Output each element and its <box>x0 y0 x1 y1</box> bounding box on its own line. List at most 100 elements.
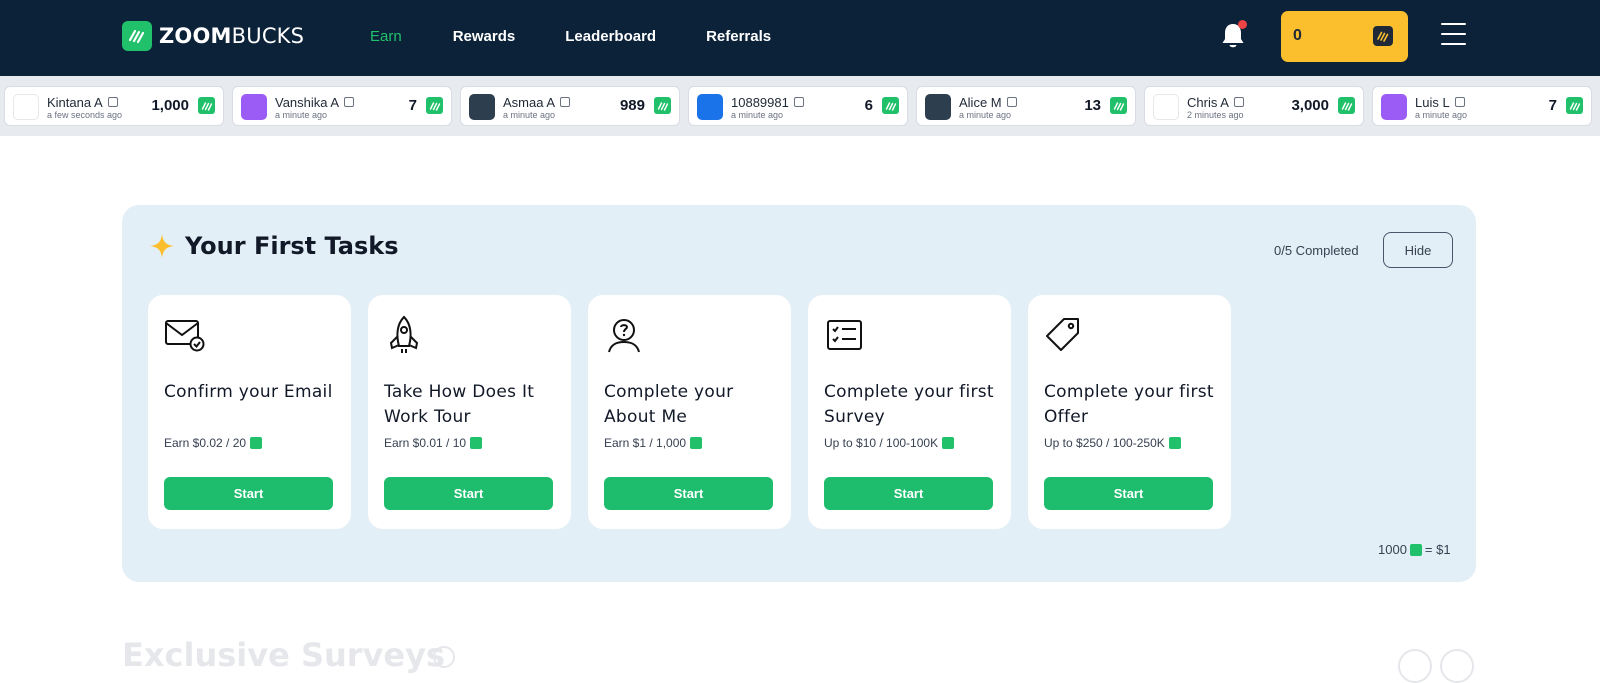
task-card: Take How Does It Work Tour Earn $0.01 / … <box>368 295 571 529</box>
coin-icon <box>1373 26 1393 46</box>
ticker-amount: 7 <box>1548 97 1557 114</box>
first-tasks-panel: Your First Tasks 0/5 Completed Hide Conf… <box>122 205 1476 582</box>
start-button[interactable]: Start <box>604 477 773 510</box>
coin-icon <box>1566 97 1583 114</box>
avatar <box>13 94 39 120</box>
earnings-ticker: Kintana A a few seconds ago 1,000 Vanshi… <box>0 76 1600 136</box>
task-reward: Earn $0.01 / 10 <box>384 436 467 450</box>
nav-earn[interactable]: Earn <box>370 28 402 45</box>
avatar <box>697 94 723 120</box>
unread-badge <box>1238 20 1247 29</box>
start-button[interactable]: Start <box>164 477 333 510</box>
external-link-icon[interactable] <box>560 97 571 107</box>
nav-rewards[interactable]: Rewards <box>453 28 516 45</box>
avatar <box>925 94 951 120</box>
task-title: Complete your first Survey <box>824 382 994 427</box>
sparkle-icon <box>150 234 174 258</box>
ticker-amount: 6 <box>864 97 873 114</box>
logo-wordmark: ZOOMBUCKS <box>159 24 305 48</box>
ticker-time: a few seconds ago <box>47 110 123 120</box>
ticker-time: a minute ago <box>503 110 556 120</box>
external-link-icon[interactable] <box>1454 97 1465 107</box>
hide-button[interactable]: Hide <box>1383 232 1453 268</box>
task-reward: Earn $1 / 1,000 <box>604 436 687 450</box>
ticker-card[interactable]: Asmaa A a minute ago 989 <box>460 86 680 126</box>
external-link-icon[interactable] <box>1233 97 1244 107</box>
ticker-card[interactable]: Kintana A a few seconds ago 1,000 <box>4 86 224 126</box>
task-card: Complete your first Offer Up to $250 / 1… <box>1028 295 1231 529</box>
tasks-progress: 0/5 Completed <box>1274 243 1359 258</box>
panel-title: Your First Tasks <box>185 232 399 260</box>
coin-icon <box>1168 437 1181 449</box>
balance-button[interactable]: 0 <box>1281 11 1408 62</box>
ticker-card[interactable]: Luis L a minute ago 7 <box>1372 86 1592 126</box>
ticker-card[interactable]: Alice M a minute ago 13 <box>916 86 1136 126</box>
ticker-card[interactable]: Chris A 2 minutes ago 3,000 <box>1144 86 1364 126</box>
ticker-time: a minute ago <box>1415 110 1468 120</box>
ticker-amount: 13 <box>1084 97 1101 114</box>
ticker-amount: 1,000 <box>151 97 189 114</box>
ticker-card[interactable]: Vanshika A a minute ago 7 <box>232 86 452 126</box>
avatar <box>469 94 495 120</box>
zoombucks-logo[interactable]: ZOOMBUCKS <box>122 21 304 51</box>
start-button[interactable]: Start <box>1044 477 1213 510</box>
hamburger-menu-icon[interactable] <box>1441 23 1466 45</box>
task-card: Complete your first Survey Up to $10 / 1… <box>808 295 1011 529</box>
ticker-amount: 3,000 <box>1291 97 1329 114</box>
task-card: Complete your About Me Earn $1 / 1,000 S… <box>588 295 791 529</box>
ticker-time: 2 minutes ago <box>1187 110 1244 120</box>
coin-icon <box>942 437 955 449</box>
ticker-name: Kintana A <box>47 95 103 110</box>
top-navbar: ZOOMBUCKS Earn Rewards Leaderboard Refer… <box>0 0 1600 76</box>
ticker-name: Luis L <box>1415 95 1450 110</box>
ticker-time: a minute ago <box>959 110 1012 120</box>
task-reward: Up to $10 / 100-100K <box>824 436 939 450</box>
ticker-card[interactable]: 10889981 a minute ago 6 <box>688 86 908 126</box>
help-icon[interactable] <box>433 646 455 668</box>
coin-icon <box>470 437 483 449</box>
ticker-amount: 7 <box>408 97 417 114</box>
ticker-time: a minute ago <box>731 110 784 120</box>
start-button[interactable]: Start <box>824 477 993 510</box>
rocket-icon <box>389 315 419 353</box>
task-title: Confirm your Email <box>164 382 333 402</box>
external-link-icon[interactable] <box>1006 97 1017 107</box>
coin-icon <box>1409 543 1422 556</box>
rate-dollars: = $1 <box>1424 542 1451 557</box>
nav-leaderboard[interactable]: Leaderboard <box>565 28 656 45</box>
user-question-icon <box>608 319 640 353</box>
ticker-amount: 989 <box>619 97 645 114</box>
ticker-name: Asmaa A <box>503 95 556 110</box>
task-reward: Earn $0.02 / 20 <box>164 436 247 450</box>
coin-icon <box>198 97 215 114</box>
task-title: Complete your About Me <box>604 382 734 427</box>
exclusive-surveys-heading: Exclusive Surveys <box>122 636 446 674</box>
start-button[interactable]: Start <box>384 477 553 510</box>
tag-icon <box>1046 318 1079 351</box>
task-title: Complete your first Offer <box>1044 382 1214 427</box>
nav-referrals[interactable]: Referrals <box>706 28 771 45</box>
ticker-time: a minute ago <box>275 110 328 120</box>
task-card: Confirm your Email Earn $0.02 / 20 Start <box>148 295 351 529</box>
coin-icon <box>1338 97 1355 114</box>
coin-icon <box>1110 97 1127 114</box>
logo-mark-icon <box>122 21 152 51</box>
ticker-name: Vanshika A <box>275 95 340 110</box>
envelope-check-icon <box>165 320 205 352</box>
rate-coins: 1000 <box>1378 542 1407 557</box>
coin-icon <box>250 437 263 449</box>
avatar <box>1153 94 1179 120</box>
coin-icon <box>690 437 703 449</box>
coin-icon <box>654 97 671 114</box>
coin-icon <box>882 97 899 114</box>
task-reward: Up to $250 / 100-250K <box>1044 436 1165 450</box>
ticker-name: Alice M <box>959 95 1002 110</box>
conversion-rate: 1000 = $1 <box>1378 542 1451 557</box>
external-link-icon[interactable] <box>344 97 355 107</box>
balance-value: 0 <box>1293 27 1302 44</box>
checklist-icon <box>827 320 862 350</box>
external-link-icon[interactable] <box>793 97 804 107</box>
ticker-name: Chris A <box>1187 95 1229 110</box>
ticker-name: 10889981 <box>731 95 789 110</box>
external-link-icon[interactable] <box>107 97 118 107</box>
